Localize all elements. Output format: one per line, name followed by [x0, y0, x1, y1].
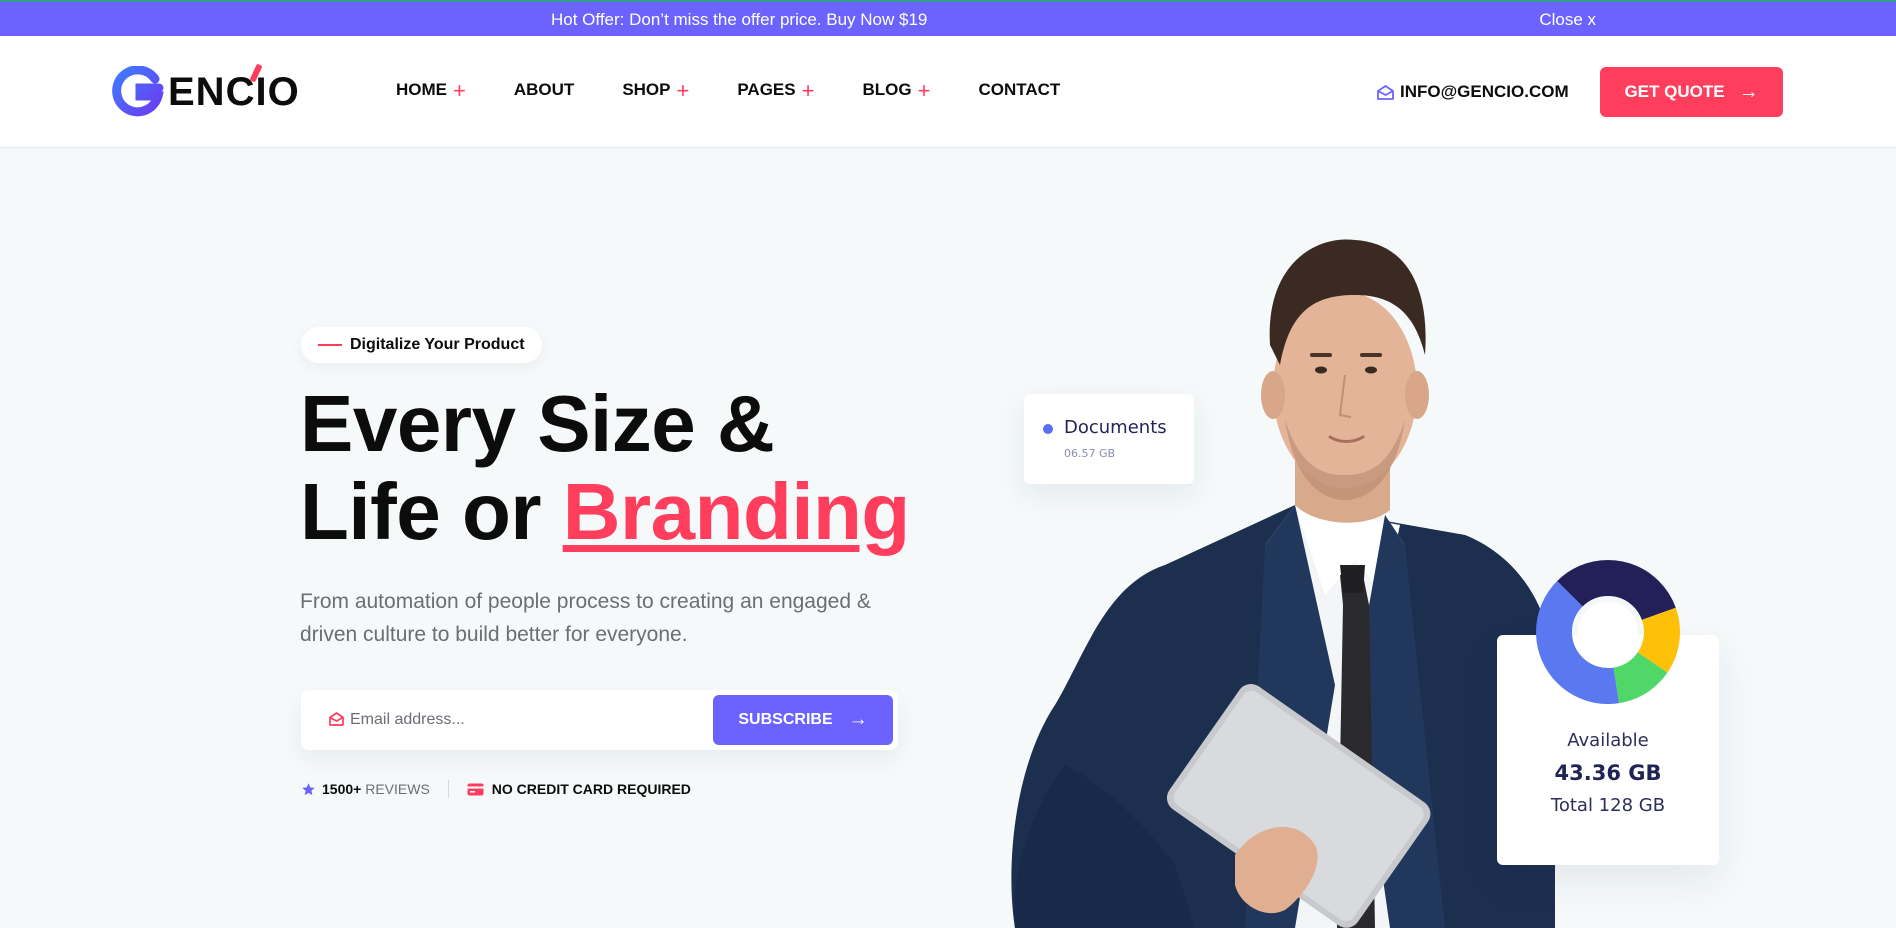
- site-header: ENCIO HOME + ABOUT SHOP + PAGES + BLOG +…: [0, 36, 1896, 148]
- brand-logo[interactable]: ENCIO: [112, 63, 300, 118]
- available-value: 43.36 GB: [1554, 761, 1662, 785]
- nav-shop[interactable]: SHOP +: [622, 77, 690, 103]
- get-quote-label: GET QUOTE: [1624, 82, 1725, 101]
- reviews-info: 1500+ REVIEWS: [301, 781, 430, 797]
- email-input[interactable]: [350, 704, 690, 736]
- nav-blog-label: BLOG: [862, 80, 912, 99]
- documents-title: Documents: [1064, 417, 1167, 438]
- hero-tag-text: Digitalize Your Product: [350, 336, 525, 353]
- nav-pages[interactable]: PAGES +: [737, 77, 815, 103]
- contact-email-link[interactable]: INFO@GENCIO.COM: [1377, 82, 1569, 102]
- reviews-count: 1500+: [322, 781, 362, 797]
- tag-dash: [318, 344, 342, 346]
- plus-icon: +: [917, 77, 931, 103]
- nav-about-label: ABOUT: [513, 80, 575, 99]
- logo-wordmark: ENCIO: [168, 63, 300, 115]
- no-credit-card-info: NO CREDIT CARD REQUIRED: [467, 781, 691, 797]
- plus-icon: +: [801, 77, 815, 103]
- hero-man-image: [1011, 239, 1555, 928]
- envelope-open-icon: [1377, 84, 1394, 100]
- hero-headline: Every Size & Life or Branding: [300, 380, 910, 556]
- subscribe-form: SUBSCRIBE →: [301, 690, 898, 750]
- donut-hole: [1578, 602, 1638, 662]
- logo-mark-icon: [112, 66, 164, 117]
- nav-blog[interactable]: BLOG +: [862, 77, 931, 103]
- documents-card: Documents 06.57 GB: [1024, 394, 1194, 484]
- star-icon: [302, 782, 315, 795]
- nav-shop-label: SHOP: [622, 80, 671, 99]
- nav-home-label: HOME: [396, 80, 447, 99]
- subscribe-button[interactable]: SUBSCRIBE →: [713, 695, 893, 745]
- arrow-right-icon: →: [1738, 80, 1759, 103]
- subscribe-label: SUBSCRIBE: [738, 711, 833, 728]
- meta-divider: [447, 780, 449, 798]
- available-label: Available: [1567, 730, 1649, 751]
- logo-text: ENCIO: [168, 69, 300, 114]
- promo-message[interactable]: Hot Offer: Don’t miss the offer price. B…: [551, 10, 927, 30]
- nav-about[interactable]: ABOUT: [514, 80, 574, 100]
- plus-icon: +: [453, 77, 466, 103]
- no-credit-card-text: NO CREDIT CARD REQUIRED: [491, 781, 691, 797]
- headline-accent: Branding: [562, 467, 911, 556]
- hero-tag: Digitalize Your Product: [301, 327, 542, 363]
- nav-contact[interactable]: CONTACT: [978, 80, 1060, 100]
- nav-contact-label: CONTACT: [978, 80, 1061, 99]
- hero-meta: 1500+ REVIEWS NO CREDIT CARD REQUIRED: [301, 780, 691, 798]
- promo-bar: Hot Offer: Don’t miss the offer price. B…: [0, 0, 1896, 36]
- plus-icon: +: [676, 77, 690, 103]
- storage-donut-chart: [1536, 560, 1680, 704]
- nav-home[interactable]: HOME +: [396, 77, 466, 103]
- total-label: Total 128 GB: [1550, 795, 1666, 816]
- promo-close-button[interactable]: Close x: [1539, 10, 1596, 30]
- credit-card-icon: [467, 783, 484, 795]
- documents-dot: [1043, 424, 1053, 434]
- envelope-open-icon: [329, 712, 344, 726]
- contact-email-text: INFO@GENCIO.COM: [1400, 82, 1569, 101]
- nav-pages-label: PAGES: [737, 80, 796, 99]
- hero-subtext: From automation of people process to cre…: [300, 590, 871, 646]
- main-nav: HOME + ABOUT SHOP + PAGES + BLOG + CONTA…: [396, 77, 1108, 103]
- reviews-label: REVIEWS: [365, 781, 430, 797]
- arrow-right-icon: →: [848, 709, 868, 730]
- documents-size: 06.57 GB: [1064, 447, 1116, 460]
- get-quote-button[interactable]: GET QUOTE →: [1600, 67, 1783, 117]
- headline-line-1: Every Size &: [300, 379, 775, 468]
- headline-line-2-prefix: Life or: [300, 467, 563, 556]
